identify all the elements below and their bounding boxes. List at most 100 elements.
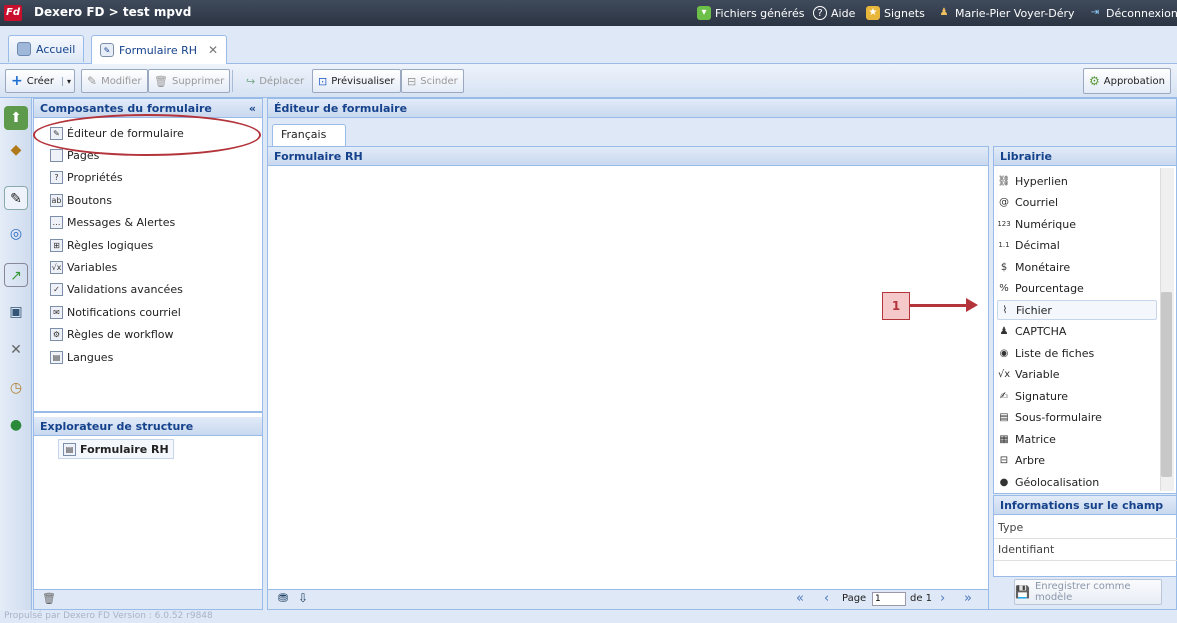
component-item-5[interactable]: ⊞ Règles logiques	[50, 236, 153, 254]
decimal-icon: 1.1	[998, 241, 1010, 249]
library-item-13[interactable]: ⊟ Arbre	[997, 451, 1157, 471]
page-number-input[interactable]	[872, 592, 906, 606]
collapse-icon[interactable]: «	[249, 99, 256, 118]
tab-home[interactable]: Accueil	[8, 35, 85, 62]
save-as-template-button[interactable]: 💾 Enregistrer comme modèle	[1014, 579, 1162, 605]
page-icon	[50, 148, 63, 162]
library-item-12[interactable]: ▦ Matrice	[997, 429, 1157, 449]
form-canvas[interactable]: Formulaire RH	[267, 146, 989, 590]
preview-button[interactable]: ⊡ Prévisualiser	[312, 69, 401, 93]
dashboard-icon[interactable]: ⬆	[4, 106, 28, 130]
first-page-icon[interactable]: «	[796, 591, 804, 606]
library-item-14[interactable]: ● Géolocalisation	[997, 472, 1157, 492]
next-page-icon[interactable]: ›	[940, 591, 945, 606]
component-item-7[interactable]: ✓ Validations avancées	[50, 281, 183, 299]
component-item-label: Messages & Alertes	[67, 216, 176, 230]
toolbar: + Créer ▾ ✎ Modifier 🗑 Supprimer ↪ Dépla…	[0, 64, 1177, 98]
library-item-8[interactable]: ◉ Liste de fiches	[997, 343, 1157, 363]
delete-button[interactable]: 🗑 Supprimer	[148, 69, 231, 93]
clock-icon[interactable]: ◷	[4, 376, 28, 400]
library-item-7[interactable]: ♟ CAPTCHA	[997, 322, 1157, 342]
library-item-label: Pourcentage	[1015, 282, 1084, 295]
captcha-user-icon: ♟	[999, 326, 1009, 337]
library-item-10[interactable]: ✍ Signature	[997, 386, 1157, 406]
component-item-label: Boutons	[67, 193, 112, 207]
bookmarks-link[interactable]: ★ Signets	[866, 6, 925, 20]
component-item-3[interactable]: ab Boutons	[50, 191, 112, 209]
database-icon[interactable]: ⛃	[278, 591, 288, 605]
help-link[interactable]: ? Aide	[813, 6, 855, 20]
structure-root-node[interactable]: ▤ Formulaire RH	[58, 439, 174, 459]
move-button[interactable]: ↪ Déplacer	[240, 69, 310, 93]
network-icon[interactable]: ◎	[4, 222, 28, 246]
app-title: Dexero FD > test mpvd	[34, 5, 192, 19]
matrix-icon: ▦	[999, 433, 1009, 445]
report-icon[interactable]: ↗	[4, 263, 28, 287]
export-icon[interactable]: ⇩	[298, 591, 308, 605]
form-icon: ▤	[63, 442, 76, 456]
library-item-1[interactable]: @ Courriel	[997, 193, 1157, 213]
approval-button[interactable]: ⚙ Approbation	[1083, 68, 1171, 94]
edit-icon: ✎	[87, 74, 98, 88]
library-item-2[interactable]: 123 Numérique	[997, 214, 1157, 234]
tools-icon[interactable]: ✕	[4, 338, 28, 362]
tab-francais[interactable]: Français	[272, 124, 346, 146]
component-item-label: Notifications courriel	[67, 305, 181, 319]
last-page-icon[interactable]: »	[964, 591, 972, 606]
user-link[interactable]: ♟ Marie-Pier Voyer-Déry	[937, 6, 1075, 20]
component-item-label: Règles logiques	[67, 238, 154, 252]
globe-icon[interactable]: ●	[4, 413, 28, 437]
callout-badge: 1	[882, 292, 910, 320]
computers-icon[interactable]: ▣	[4, 300, 28, 324]
component-item-4[interactable]: … Messages & Alertes	[50, 214, 175, 232]
library-item-3[interactable]: 1.1 Décimal	[997, 236, 1157, 256]
button-icon: ab	[50, 193, 63, 207]
highlight-ellipse	[33, 114, 261, 156]
generated-files-link[interactable]: ▾ Fichiers générés	[697, 6, 804, 20]
component-item-2[interactable]: ? Propriétés	[50, 169, 123, 187]
component-item-9[interactable]: ⚙ Règles de workflow	[50, 326, 173, 344]
structure-explorer-panel: Explorateur de structure ▤ Formulaire RH	[33, 412, 263, 590]
preview-icon: ⊡	[318, 74, 328, 88]
user-icon: ♟	[939, 7, 949, 18]
logout-link[interactable]: ⇥ Déconnexion	[1088, 6, 1177, 20]
message-icon: …	[50, 216, 63, 230]
library-item-4[interactable]: $ Monétaire	[997, 257, 1157, 277]
component-item-6[interactable]: √x Variables	[50, 258, 117, 276]
form-editor-rail-icon[interactable]: ✎	[4, 186, 28, 210]
library-item-5[interactable]: % Pourcentage	[997, 279, 1157, 299]
library-item-9[interactable]: √x Variable	[997, 365, 1157, 385]
callout-arrowhead	[966, 298, 978, 312]
library-scrollbar-thumb[interactable]	[1161, 292, 1172, 477]
field-info-panel: Informations sur le champ Type Identifia…	[993, 495, 1177, 577]
component-item-label: Règles de workflow	[67, 328, 174, 342]
tab-formulaire-rh[interactable]: ✎ Formulaire RH ✕	[91, 35, 228, 64]
prev-page-icon[interactable]: ‹	[824, 591, 829, 606]
library-item-6[interactable]: ⌇ Fichier	[997, 300, 1157, 320]
validation-icon: ✓	[50, 283, 63, 297]
page-label: Page	[842, 593, 867, 604]
properties-icon: ?	[50, 171, 63, 185]
cards-icon[interactable]: ◆	[4, 138, 28, 162]
component-item-10[interactable]: ▤ Langues	[50, 348, 113, 366]
form-editor-icon: ✎	[100, 43, 114, 57]
signature-icon: ✍	[999, 390, 1009, 402]
library-item-0[interactable]: ⛓ Hyperlien	[997, 171, 1157, 191]
library-item-label: Monétaire	[1015, 260, 1071, 274]
plus-icon: +	[11, 73, 23, 89]
library-item-label: Signature	[1015, 389, 1069, 403]
trash-icon[interactable]: 🗑	[42, 592, 56, 605]
close-icon[interactable]: ✕	[208, 43, 218, 57]
percent-icon: %	[999, 283, 1009, 294]
create-button[interactable]: + Créer ▾	[5, 69, 75, 93]
sqrt-x-icon: √x	[997, 369, 1011, 380]
component-item-8[interactable]: ✉ Notifications courriel	[50, 303, 181, 321]
structure-panel-header: Explorateur de structure	[34, 417, 262, 436]
library-item-11[interactable]: ▤ Sous-formulaire	[997, 408, 1157, 428]
modify-button[interactable]: ✎ Modifier	[81, 69, 148, 93]
component-item-label: Variables	[67, 260, 118, 274]
chevron-down-icon[interactable]: ▾	[62, 76, 71, 86]
approval-icon: ⚙	[1089, 74, 1100, 88]
split-button[interactable]: ⊟ Scinder	[401, 69, 464, 93]
hyperlink-icon: ⛓	[997, 175, 1011, 187]
